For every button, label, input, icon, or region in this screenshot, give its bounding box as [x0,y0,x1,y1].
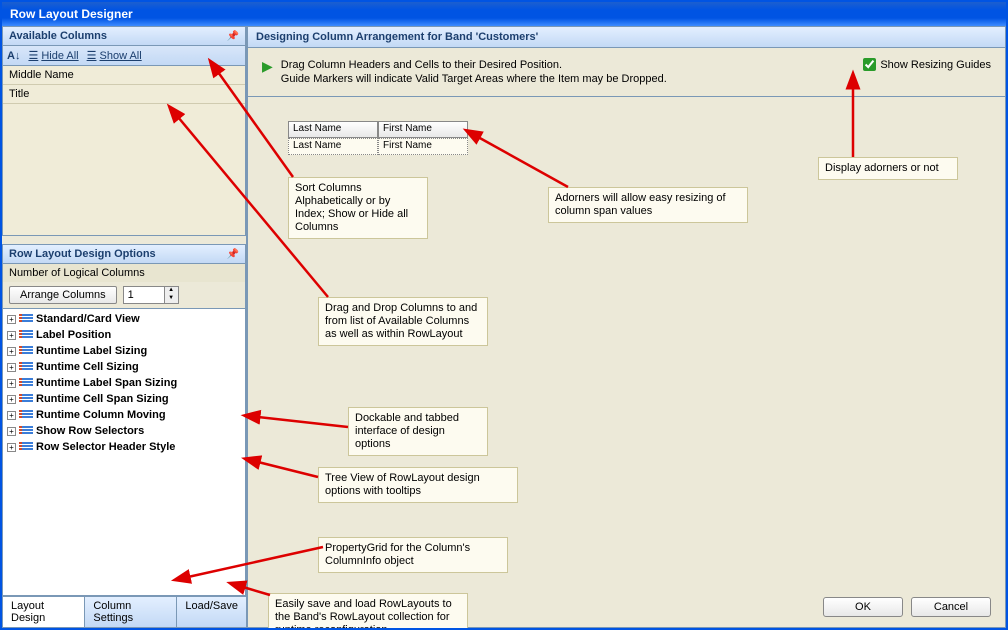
arrange-columns-button[interactable]: Arrange Columns [9,286,117,304]
tree-node-icon [19,442,33,452]
tree-item-label: Runtime Column Moving [36,409,166,421]
spin-up-icon[interactable]: ▲ [164,287,178,295]
tree-node-icon [19,346,33,356]
tree-node-icon [19,410,33,420]
tree-node-icon [19,426,33,436]
column-item[interactable]: Middle Name [3,66,245,85]
spin-down-icon[interactable]: ▼ [164,295,178,303]
logical-columns-stepper[interactable]: ▲ ▼ [123,286,179,304]
hide-all-button[interactable]: ☰ Hide All [28,49,78,62]
tree-node-icon [19,394,33,404]
data-cell[interactable]: First Name [378,138,468,155]
column-item[interactable]: Title [3,85,245,104]
hint-text: Drag Column Headers and Cells to their D… [281,58,856,86]
tree-item[interactable]: + Row Selector Header Style [3,439,245,455]
tree-item[interactable]: + Runtime Label Sizing [3,343,245,359]
dialog-buttons: OK Cancel [823,597,991,617]
options-tree: + Standard/Card View + Label Position + Runti… [2,309,246,596]
tab-column-settings[interactable]: Column Settings [84,597,177,628]
design-options-panel: Row Layout Design Options 📌 Number of Lo… [2,244,246,628]
tree-item-label: Row Selector Header Style [36,441,175,453]
cancel-button[interactable]: Cancel [911,597,991,617]
sort-icon[interactable]: A↓ [7,50,20,62]
checkbox-input[interactable] [863,58,876,71]
tree-item[interactable]: + Runtime Label Span Sizing [3,375,245,391]
left-pane: Available Columns 📌 A↓ ☰ Hide All ☰ Show… [2,26,247,628]
available-columns-title: Available Columns [9,30,107,42]
expand-icon[interactable]: + [7,411,16,420]
tree-node-icon [19,378,33,388]
tree-item[interactable]: + Runtime Cell Span Sizing [3,391,245,407]
tree-item[interactable]: + Runtime Cell Sizing [3,359,245,375]
tree-item[interactable]: + Runtime Column Moving [3,407,245,423]
available-columns-header: Available Columns 📌 [2,26,246,46]
tree-node-icon [19,314,33,324]
ok-button[interactable]: OK [823,597,903,617]
tree-item[interactable]: + Label Position [3,327,245,343]
show-all-button[interactable]: ☰ Show All [87,49,142,62]
tab-load-save[interactable]: Load/Save [176,597,247,628]
expand-icon[interactable]: + [7,315,16,324]
hide-icon: ☰ [28,49,38,62]
pin-icon[interactable]: 📌 [227,249,239,260]
header-cell[interactable]: First Name [378,121,468,138]
available-columns-list: Middle Name Title [2,66,246,236]
tree-item-label: Runtime Label Sizing [36,345,147,357]
expand-icon[interactable]: + [7,379,16,388]
callout: Display adorners or not [818,157,958,180]
design-options-header: Row Layout Design Options 📌 [2,244,246,264]
tree-item-label: Show Row Selectors [36,425,144,437]
callout: Dockable and tabbed interface of design … [348,407,488,456]
tree-item-label: Runtime Cell Sizing [36,361,139,373]
show-icon: ☰ [87,49,97,62]
tree-item[interactable]: + Standard/Card View [3,311,245,327]
logical-columns-field: Number of Logical Columns Arrange Column… [2,264,246,309]
logical-columns-label: Number of Logical Columns [3,264,245,282]
expand-icon[interactable]: + [7,331,16,340]
play-icon: ▶ [262,58,273,75]
expand-icon[interactable]: + [7,347,16,356]
window: Row Layout Designer Available Columns 📌 … [0,0,1008,630]
available-columns-panel: Available Columns 📌 A↓ ☰ Hide All ☰ Show… [2,26,246,236]
expand-icon[interactable]: + [7,363,16,372]
callout: Tree View of RowLayout design options wi… [318,467,518,503]
callout: Adorners will allow easy resizing of col… [548,187,748,223]
callout: Easily save and load RowLayouts to the B… [268,593,468,628]
design-surface[interactable]: Last Name First Name Last Name First Nam… [247,97,1006,628]
callout: PropertyGrid for the Column's ColumnInfo… [318,537,508,573]
design-options-title: Row Layout Design Options [9,248,156,260]
layout-grid: Last Name First Name Last Name First Nam… [288,121,468,155]
show-resizing-guides-checkbox[interactable]: Show Resizing Guides [863,58,991,71]
available-columns-toolbar: A↓ ☰ Hide All ☰ Show All [2,46,246,66]
designer-header: Designing Column Arrangement for Band 'C… [247,26,1006,48]
tab-layout-design[interactable]: Layout Design [2,597,85,628]
titlebar: Row Layout Designer [2,2,1006,26]
tabs-bar: Layout Design Column Settings Load/Save [2,596,246,628]
expand-icon[interactable]: + [7,443,16,452]
header-cell[interactable]: Last Name [288,121,378,138]
tree-node-icon [19,330,33,340]
content-area: Available Columns 📌 A↓ ☰ Hide All ☰ Show… [2,26,1006,628]
expand-icon[interactable]: + [7,395,16,404]
tree-item-label: Runtime Label Span Sizing [36,377,177,389]
expand-icon[interactable]: + [7,427,16,436]
hint-area: ▶ Drag Column Headers and Cells to their… [247,48,1006,97]
tree-node-icon [19,362,33,372]
tree-item-label: Runtime Cell Span Sizing [36,393,169,405]
logical-columns-input[interactable] [124,287,164,303]
tree-item-label: Label Position [36,329,111,341]
pin-icon[interactable]: 📌 [227,31,239,42]
callout: Drag and Drop Columns to and from list o… [318,297,488,346]
data-cell[interactable]: Last Name [288,138,378,155]
tree-item[interactable]: + Show Row Selectors [3,423,245,439]
callout: Sort Columns Alphabetically or by Index;… [288,177,428,239]
tree-item-label: Standard/Card View [36,313,140,325]
right-pane: Designing Column Arrangement for Band 'C… [247,26,1006,628]
